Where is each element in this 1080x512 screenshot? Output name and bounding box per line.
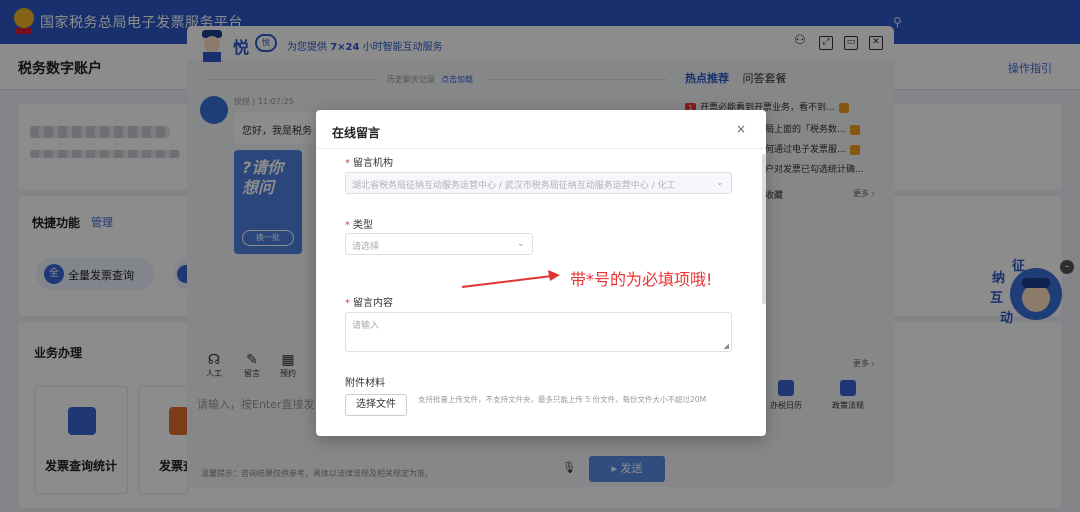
upload-hint: 支持批量上传文件，不支持文件夹，最多只能上传 5 份文件，每份文件大小不超过20…: [418, 395, 707, 404]
type-placeholder: 请选择: [352, 242, 380, 252]
annotation-arrow-icon: [461, 270, 560, 288]
divider: [316, 148, 766, 149]
type-label: * 类型: [345, 220, 373, 231]
org-value: 湖北省税务局征纳互动服务运营中心 / 武汉市税务局征纳互动服务运营中心 / 化工: [352, 181, 676, 191]
resize-handle-icon[interactable]: ◢: [724, 342, 729, 350]
org-label: * 留言机构: [345, 158, 393, 169]
content-label: * 留言内容: [345, 298, 393, 309]
chevron-down-icon: ⌄: [517, 239, 525, 249]
close-icon[interactable]: ×: [736, 122, 746, 136]
scrollbar[interactable]: [762, 154, 766, 304]
org-select: 湖北省税务局征纳互动服务运营中心 / 武汉市税务局征纳互动服务运营中心 / 化工…: [345, 172, 732, 194]
content-placeholder: 请输入: [352, 321, 380, 331]
choose-file-button[interactable]: 选择文件: [345, 394, 407, 416]
type-select[interactable]: 请选择 ⌄: [345, 233, 533, 255]
required-annotation: 带*号的为必填项哦!: [570, 270, 713, 289]
chevron-down-icon: ⌄: [716, 178, 724, 188]
content-textarea[interactable]: 请输入 ◢: [345, 312, 732, 352]
attachment-label: 附件材料: [345, 378, 385, 389]
dialog-title: 在线留言: [332, 126, 381, 140]
